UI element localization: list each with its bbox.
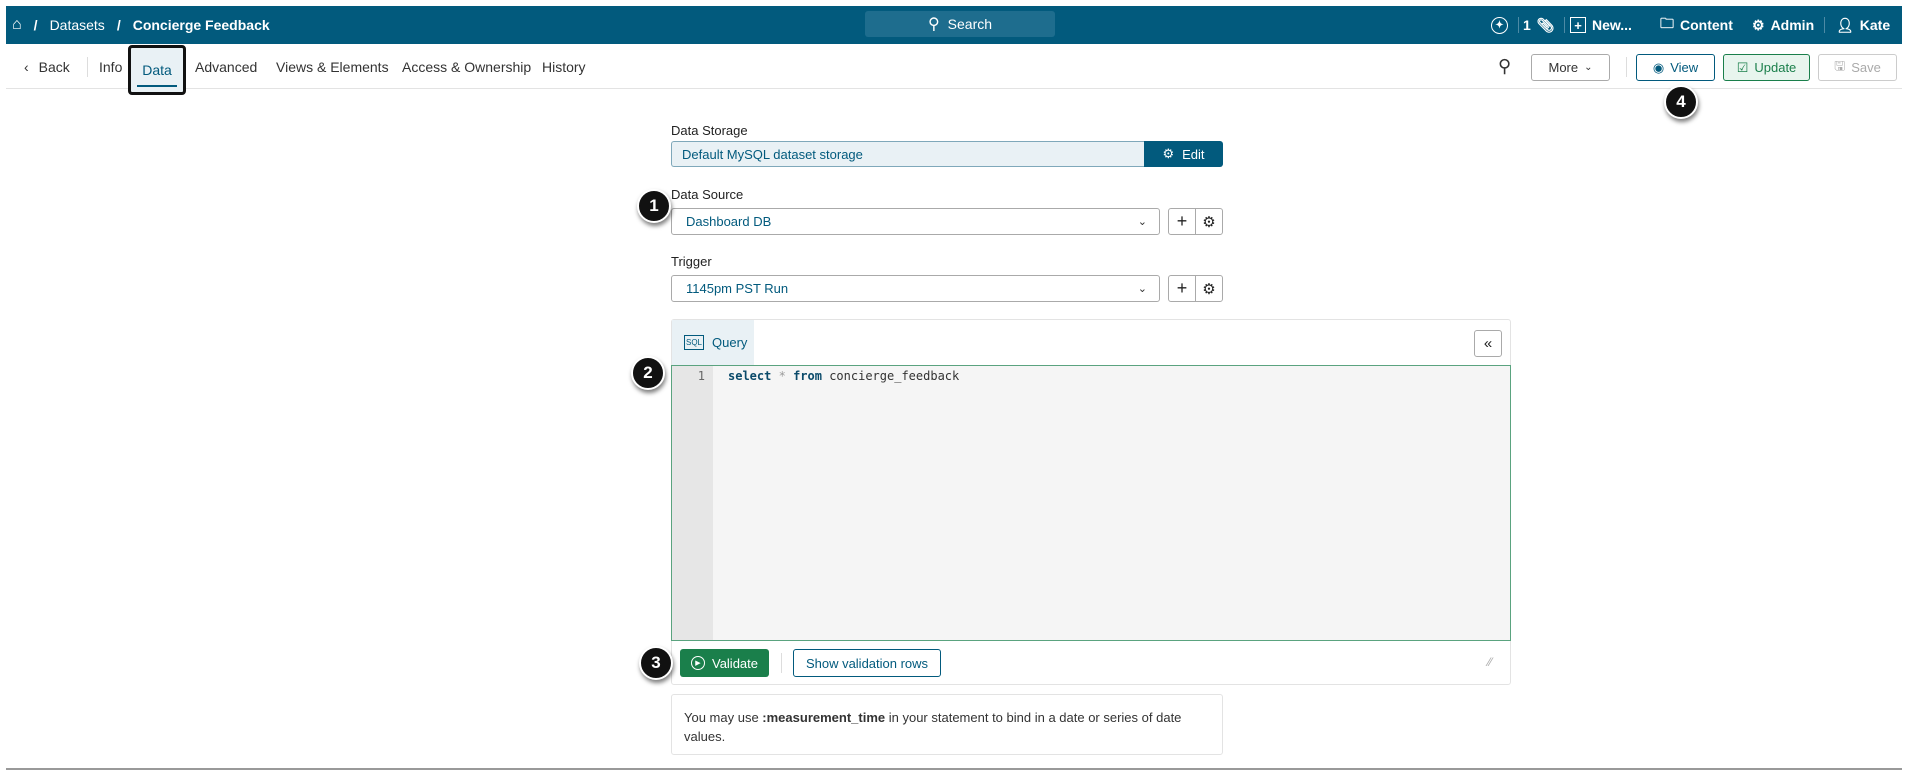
ai-icon[interactable]: ✦ bbox=[1491, 6, 1508, 44]
chevron-left-icon: ‹ bbox=[24, 58, 29, 75]
sql-file-icon: SQL bbox=[684, 335, 705, 350]
trigger-label: Trigger bbox=[671, 254, 712, 269]
line-number: 1 bbox=[672, 366, 713, 640]
edit-label: Edit bbox=[1182, 146, 1205, 162]
tab-views-elements[interactable]: Views & Elements bbox=[276, 44, 389, 89]
attachment-count: 1 bbox=[1523, 17, 1531, 33]
search-label: Search bbox=[947, 16, 993, 32]
chevron-down-icon: ⌄ bbox=[1137, 216, 1147, 228]
new-button[interactable]: + New... bbox=[1570, 6, 1632, 44]
paperclip-icon: 📎︎ bbox=[1536, 16, 1555, 33]
tab-bar: ‹ Back Info Data Advanced Views & Element… bbox=[6, 44, 1902, 95]
add-data-source-button[interactable]: + bbox=[1168, 208, 1196, 235]
callout-badge-2: 2 bbox=[631, 356, 665, 390]
query-tab-label: Query bbox=[712, 335, 748, 350]
tab-advanced[interactable]: Advanced bbox=[195, 44, 257, 89]
keyword-select: select bbox=[728, 369, 772, 383]
tab-query[interactable]: SQL Query bbox=[672, 320, 754, 365]
admin-label: Admin bbox=[1770, 17, 1815, 33]
hint-text: You may use bbox=[684, 710, 763, 725]
search-icon[interactable]: ⚲ bbox=[1498, 44, 1511, 89]
table-name: concierge_feedback bbox=[829, 369, 960, 383]
top-bar: ⌂ / Datasets / Concierge Feedback ⚲ Sear… bbox=[6, 6, 1902, 44]
hint-variable: :measurement_time bbox=[762, 710, 886, 725]
data-source-select[interactable]: Dashboard DB ⌄ bbox=[671, 208, 1160, 235]
content-button[interactable]: 🗀︎ Content bbox=[1660, 6, 1733, 44]
tab-info[interactable]: Info bbox=[99, 44, 122, 89]
validate-label: Validate bbox=[711, 655, 758, 671]
floppy-icon: 🖫︎ bbox=[1834, 57, 1846, 73]
search-button[interactable]: ⚲ Search bbox=[865, 11, 1055, 37]
update-label: Update bbox=[1754, 60, 1797, 75]
check-square-icon: ☑ bbox=[1736, 59, 1749, 75]
tab-access-ownership[interactable]: Access & Ownership bbox=[402, 44, 531, 89]
update-button[interactable]: ☑ Update bbox=[1723, 54, 1810, 81]
home-icon[interactable]: ⌂ bbox=[12, 16, 22, 34]
resize-handle-icon[interactable]: ⁄⁄ bbox=[1488, 655, 1492, 669]
plus-box-icon: + bbox=[1570, 17, 1586, 33]
save-label: Save bbox=[1851, 60, 1881, 75]
bind-hint-box: You may use :measurement_time in your st… bbox=[671, 694, 1223, 755]
back-button[interactable]: ‹ Back bbox=[24, 44, 70, 89]
trigger-select[interactable]: 1145pm PST Run ⌄ bbox=[671, 275, 1160, 302]
trigger-settings-gear-icon[interactable]: ⚙︎ bbox=[1195, 275, 1223, 302]
chevron-down-icon: ⌄ bbox=[1584, 62, 1593, 73]
user-name: Kate bbox=[1859, 17, 1891, 33]
chevron-down-icon: ⌄ bbox=[1137, 283, 1147, 295]
attachments-button[interactable]: 1 📎︎ bbox=[1523, 6, 1555, 44]
code-line: select * from concierge_feedback bbox=[728, 369, 959, 383]
more-label: More bbox=[1548, 60, 1579, 75]
data-source-settings-gear-icon[interactable]: ⚙︎ bbox=[1195, 208, 1223, 235]
operator: * bbox=[778, 369, 786, 383]
view-label: View bbox=[1670, 60, 1699, 75]
view-button[interactable]: ◉ View bbox=[1636, 54, 1715, 81]
keyword-from: from bbox=[793, 369, 822, 383]
search-icon: ⚲ bbox=[927, 16, 940, 33]
content-label: Content bbox=[1680, 17, 1733, 33]
validate-button[interactable]: ▶ Validate bbox=[680, 649, 769, 677]
callout-badge-3: 3 bbox=[639, 646, 673, 680]
callout-badge-4: 4 bbox=[1664, 85, 1698, 119]
collapse-button[interactable]: « bbox=[1474, 330, 1502, 357]
breadcrumb-current: Concierge Feedback bbox=[132, 17, 270, 33]
eye-icon: ◉ bbox=[1652, 59, 1665, 75]
user-menu[interactable]: 👤︎ Kate bbox=[1836, 6, 1890, 44]
data-source-label: Data Source bbox=[671, 187, 744, 202]
tab-history[interactable]: History bbox=[542, 44, 586, 89]
callout-badge-1: 1 bbox=[637, 189, 671, 223]
data-storage-field: Default MySQL dataset storage bbox=[671, 141, 1144, 167]
more-button[interactable]: More ⌄ bbox=[1531, 54, 1610, 81]
add-trigger-button[interactable]: + bbox=[1168, 275, 1196, 302]
data-source-value: Dashboard DB bbox=[686, 214, 772, 229]
user-icon: 👤︎ bbox=[1836, 16, 1854, 33]
trigger-value: 1145pm PST Run bbox=[686, 281, 789, 296]
sql-editor[interactable]: 1 select * from concierge_feedback bbox=[671, 365, 1511, 641]
new-label: New... bbox=[1592, 17, 1632, 33]
play-circle-icon: ▶ bbox=[690, 656, 705, 670]
admin-button[interactable]: ⚙︎ Admin bbox=[1752, 6, 1814, 44]
gear-icon: ⚙︎ bbox=[1162, 146, 1175, 161]
tab-data[interactable]: Data bbox=[128, 45, 186, 95]
gear-icon: ⚙︎ bbox=[1752, 16, 1765, 33]
data-storage-label: Data Storage bbox=[671, 123, 748, 138]
breadcrumb: ⌂ / Datasets / Concierge Feedback bbox=[12, 16, 270, 34]
show-validation-rows-button[interactable]: Show validation rows bbox=[793, 649, 941, 677]
folder-icon: 🗀︎ bbox=[1660, 15, 1674, 31]
breadcrumb-datasets[interactable]: Datasets bbox=[50, 17, 105, 33]
back-label: Back bbox=[38, 58, 70, 75]
edit-storage-button[interactable]: ⚙︎ Edit bbox=[1144, 141, 1223, 167]
save-button[interactable]: 🖫︎ Save bbox=[1818, 54, 1897, 81]
